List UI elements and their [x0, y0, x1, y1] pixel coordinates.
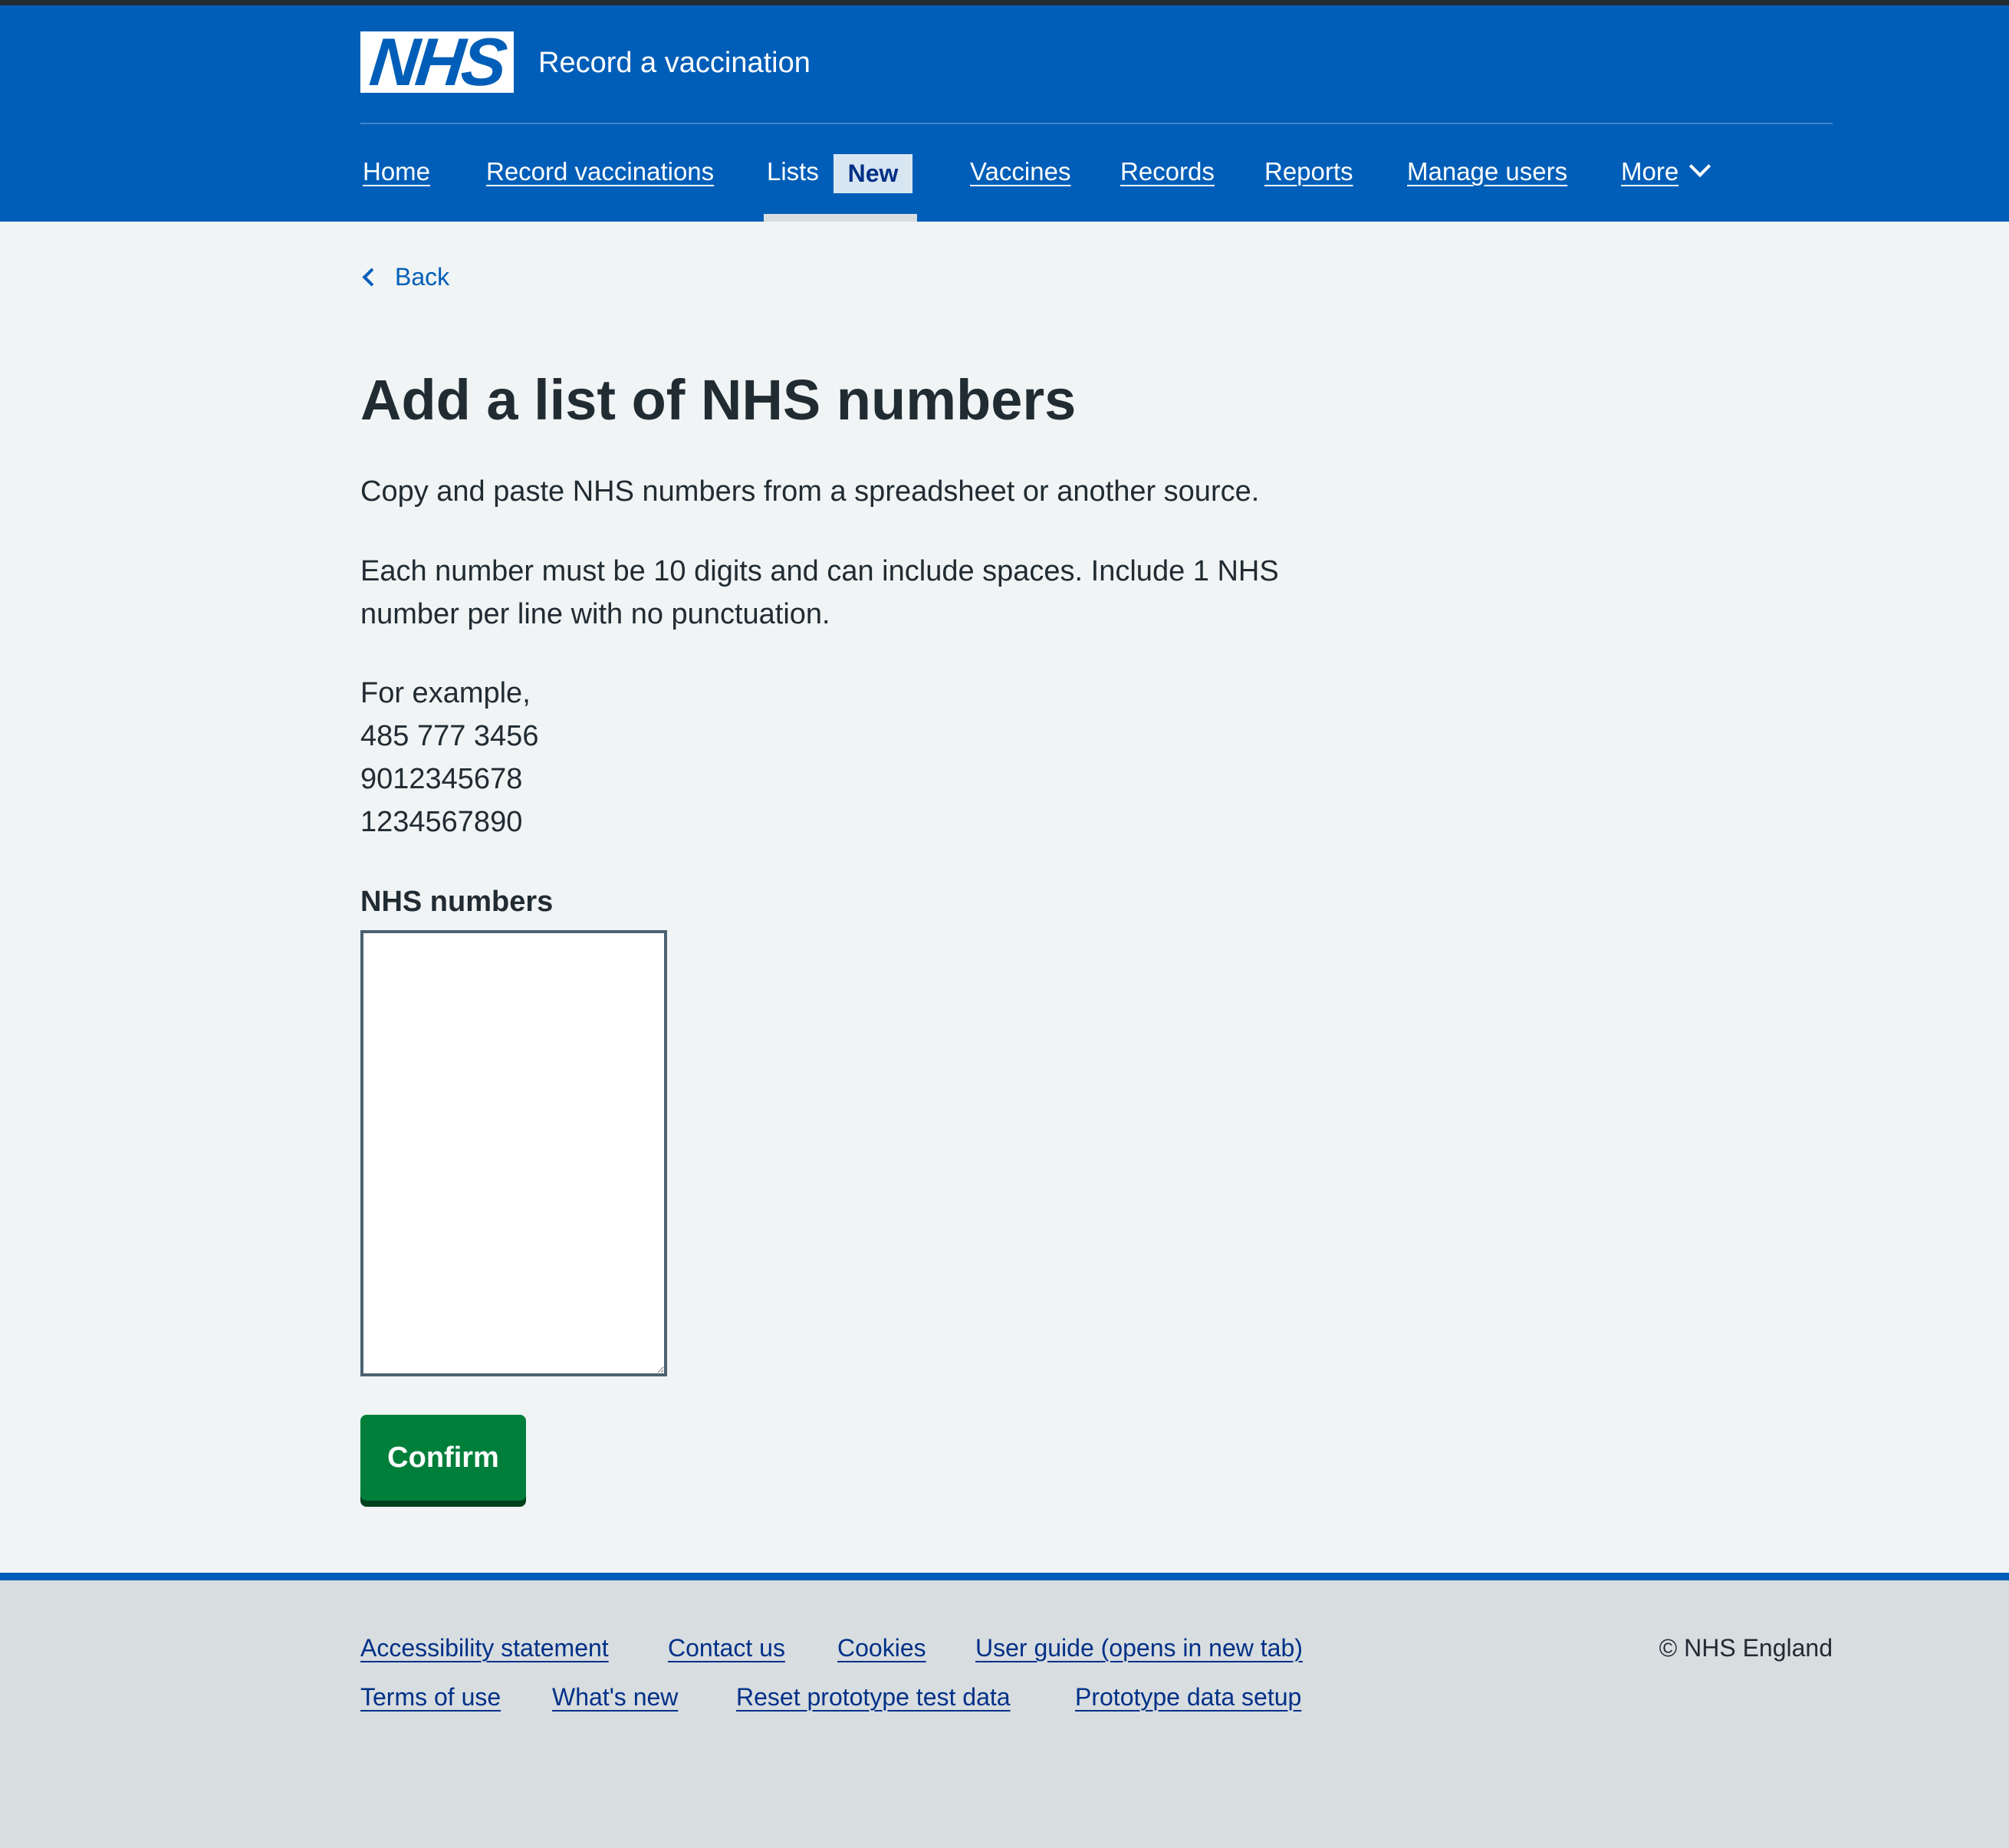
- nav-item-records[interactable]: Records: [1120, 153, 1215, 190]
- chevron-down-icon: [1689, 155, 1711, 178]
- nav-item-reports[interactable]: Reports: [1264, 153, 1353, 190]
- nhs-logo[interactable]: NHS: [360, 24, 514, 100]
- footer-link-prototype-data-setup[interactable]: Prototype data setup: [1075, 1679, 1301, 1715]
- rules-text: Each number must be 10 digits and can in…: [360, 555, 1279, 630]
- new-tag: New: [834, 154, 912, 193]
- nav-item-lists-label: Lists: [767, 157, 819, 186]
- footer-link-accessibility-statement[interactable]: Accessibility statement: [360, 1629, 609, 1666]
- nhs-numbers-textarea[interactable]: [360, 930, 667, 1376]
- example-number: 485 777 3456: [360, 720, 539, 752]
- footer-link-user-guide[interactable]: User guide (opens in new tab): [975, 1629, 1303, 1666]
- confirm-button[interactable]: Confirm: [360, 1415, 526, 1501]
- nav-item-more[interactable]: More: [1621, 153, 1711, 190]
- footer-border: [0, 1573, 2009, 1580]
- back-link-label: Back: [395, 263, 450, 291]
- nhs-numbers-label: NHS numbers: [360, 886, 554, 918]
- chevron-left-icon: [362, 267, 381, 287]
- footer-link-terms-of-use[interactable]: Terms of use: [360, 1679, 501, 1715]
- current-page-indicator: [764, 214, 917, 222]
- footer-link-cookies[interactable]: Cookies: [837, 1629, 926, 1666]
- footer-link-reset-prototype-test-data[interactable]: Reset prototype test data: [736, 1679, 1011, 1715]
- intro-text: Copy and paste NHS numbers from a spread…: [360, 475, 1260, 508]
- nhs-logo-text: NHS: [366, 24, 508, 100]
- nav-item-lists[interactable]: Lists New: [764, 150, 917, 222]
- copyright: © NHS England: [1659, 1634, 1833, 1662]
- nav-item-manage-users[interactable]: Manage users: [1407, 153, 1567, 190]
- nav-item-record-vaccinations[interactable]: Record vaccinations: [486, 153, 714, 190]
- top-border: [0, 0, 2009, 5]
- footer-link-contact-us[interactable]: Contact us: [668, 1629, 785, 1666]
- example-heading: For example,: [360, 677, 531, 709]
- example-number: 9012345678: [360, 763, 523, 795]
- example-number: 1234567890: [360, 806, 523, 838]
- back-link[interactable]: Back: [360, 258, 449, 295]
- footer-link-whats-new[interactable]: What's new: [552, 1679, 678, 1715]
- page-title: Add a list of NHS numbers: [360, 368, 1077, 432]
- nav-item-vaccines[interactable]: Vaccines: [970, 153, 1070, 190]
- service-name[interactable]: Record a vaccination: [538, 44, 811, 81]
- header-divider: [360, 123, 1833, 124]
- nav-item-more-label: More: [1621, 157, 1679, 186]
- nav-item-home[interactable]: Home: [363, 153, 430, 190]
